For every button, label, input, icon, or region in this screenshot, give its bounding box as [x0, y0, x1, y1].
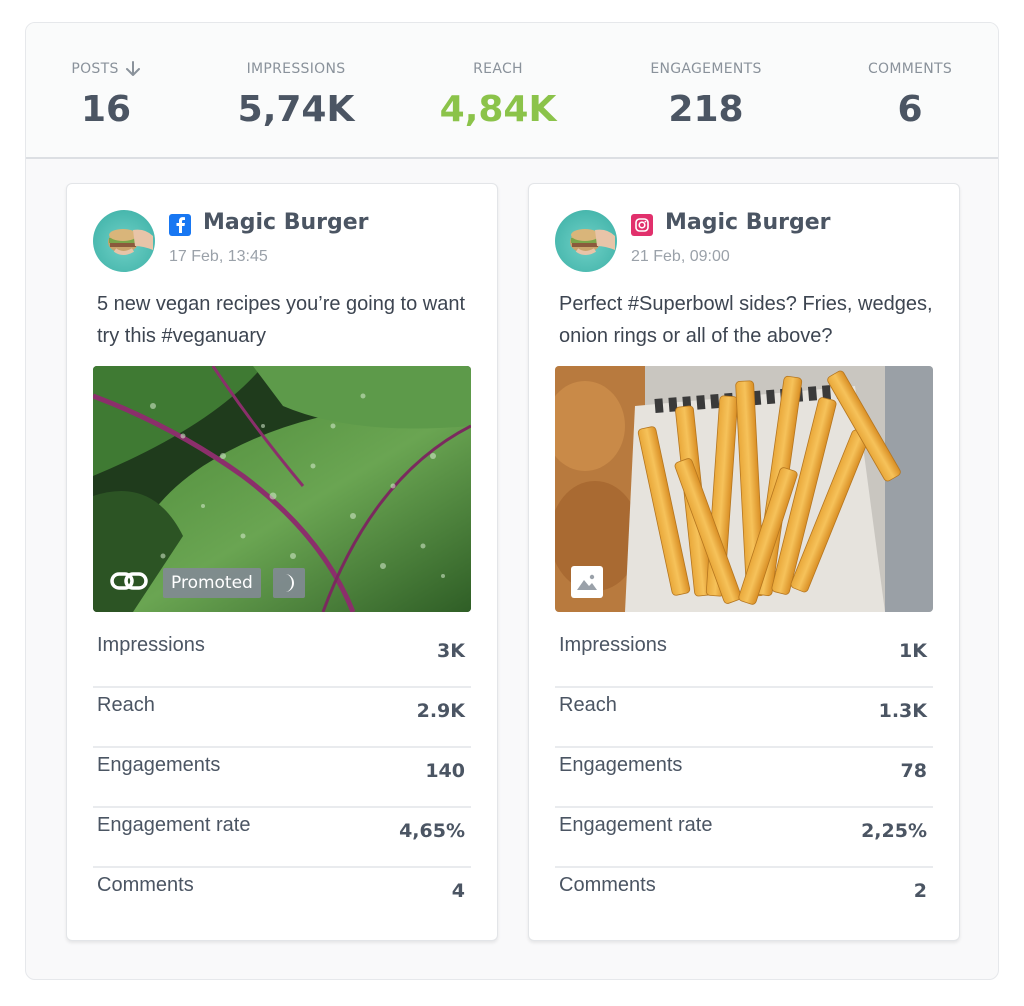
metric-row-engagement-rate: Engagement rate 2,25%	[555, 808, 933, 868]
metric-row-impressions: Impressions 1K	[555, 628, 933, 688]
stat-comments-label: COMMENTS	[867, 61, 953, 77]
stat-engagements[interactable]: ENGAGEMENTS 218	[616, 59, 796, 131]
metric-row-comments: Comments 4	[97, 874, 465, 902]
metric-row-comments: Comments 2	[559, 874, 927, 902]
post-image-leafy-greens[interactable]: Promoted	[93, 366, 471, 612]
stat-reach[interactable]: REACH 4,84K	[408, 59, 588, 131]
stat-posts[interactable]: POSTS 16	[26, 59, 196, 131]
stat-impressions-value: 5,74K	[237, 89, 355, 130]
post-author[interactable]: Magic Burger	[665, 210, 831, 235]
promoted-badge: Promoted	[163, 568, 261, 598]
stat-engagements-value: 218	[668, 89, 744, 130]
analytics-panel: POSTS 16 IMPRESSIONS 5,74K REACH 4,84K E…	[25, 22, 999, 980]
stat-posts-value: 16	[80, 89, 132, 130]
stat-reach-value: 4,84K	[439, 89, 557, 130]
metric-row-reach: Reach 1.3K	[555, 688, 933, 748]
metric-row-engagements: Engagements 140	[93, 748, 471, 808]
post-image-french-fries[interactable]	[555, 366, 933, 612]
avatar	[93, 210, 155, 272]
summary-stats-bar: POSTS 16 IMPRESSIONS 5,74K REACH 4,84K E…	[26, 23, 998, 159]
post-metrics: Impressions 3K Reach 2.9K Engagements 14…	[93, 628, 471, 928]
moon-icon	[273, 568, 305, 598]
stat-comments-value: 6	[897, 89, 923, 130]
sort-down-arrow-icon[interactable]	[125, 60, 141, 78]
instagram-icon	[631, 214, 653, 236]
metric-row-reach: Reach 2.9K	[93, 688, 471, 748]
metric-row-engagement-rate: Engagement rate 4,65%	[93, 808, 471, 868]
post-timestamp: 21 Feb, 09:00	[631, 248, 730, 265]
stat-reach-label: REACH	[473, 61, 523, 77]
link-icon	[109, 566, 149, 596]
post-text: Perfect #Superbowl sides? Fries, wedges,…	[559, 293, 933, 347]
facebook-icon	[169, 214, 191, 236]
stat-comments[interactable]: COMMENTS 6	[820, 59, 998, 131]
image-icon	[571, 566, 603, 598]
metric-row-engagements: Engagements 78	[555, 748, 933, 808]
stat-impressions[interactable]: IMPRESSIONS 5,74K	[206, 59, 386, 131]
stat-posts-label: POSTS	[71, 61, 119, 77]
post-author[interactable]: Magic Burger	[203, 210, 369, 235]
post-timestamp: 17 Feb, 13:45	[169, 248, 268, 265]
post-card-instagram[interactable]: Magic Burger 21 Feb, 09:00 Perfect #Supe…	[528, 183, 960, 941]
post-card-facebook[interactable]: Magic Burger 17 Feb, 13:45 5 new vegan r…	[66, 183, 498, 941]
post-metrics: Impressions 1K Reach 1.3K Engagements 78…	[555, 628, 933, 928]
post-text: 5 new vegan recipes you’re going to want…	[97, 293, 466, 347]
avatar	[555, 210, 617, 272]
stat-impressions-label: IMPRESSIONS	[246, 61, 346, 77]
metric-row-impressions: Impressions 3K	[93, 628, 471, 688]
stat-engagements-label: ENGAGEMENTS	[650, 61, 762, 77]
